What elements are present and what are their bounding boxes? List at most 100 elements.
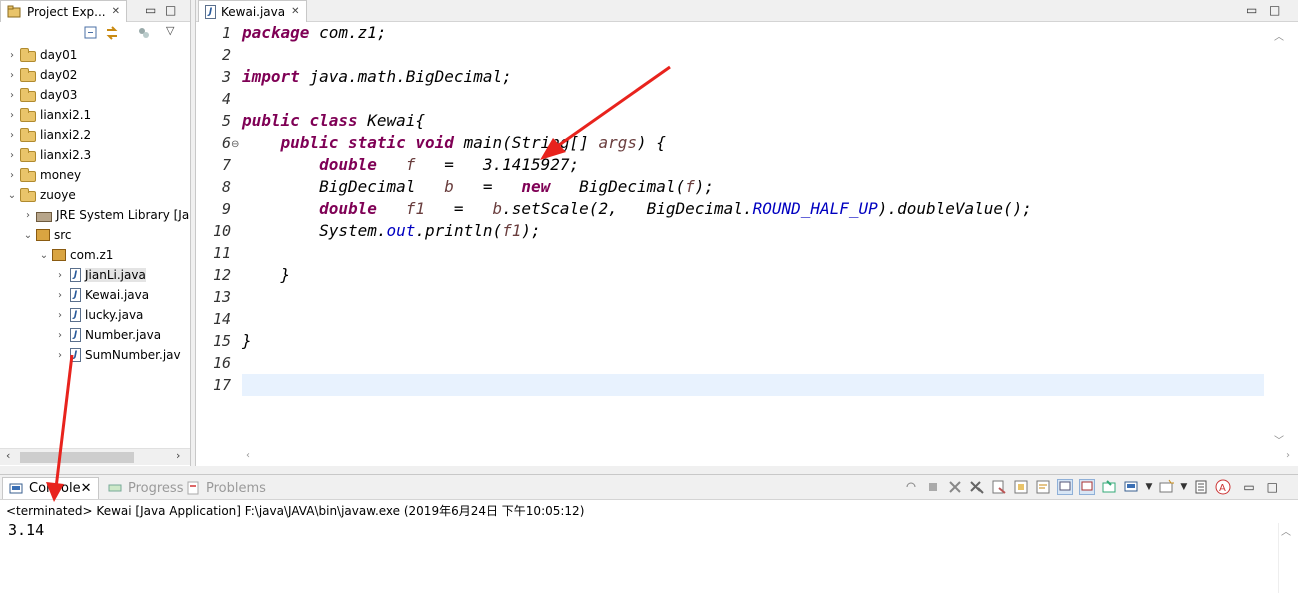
code-line[interactable]: public static void main(String[] args) { — [242, 132, 666, 154]
tab-problems[interactable]: Problems — [180, 477, 272, 499]
tree-item-day01[interactable]: › day01 — [6, 45, 77, 65]
tree-item-lucky-java[interactable]: › Jlucky.java — [54, 305, 143, 325]
chevron-down-icon[interactable]: ⌄ — [38, 250, 50, 261]
code-line[interactable]: double f = 3.1415927; — [242, 154, 579, 176]
tree-item-money[interactable]: › money — [6, 165, 81, 185]
close-icon[interactable]: ✕ — [291, 6, 299, 17]
remove-launch-icon[interactable] — [947, 479, 963, 495]
project-folder-icon — [20, 187, 36, 202]
scroll-up-icon[interactable]: ︿ — [1274, 28, 1284, 43]
close-icon[interactable]: ✕ — [112, 6, 120, 17]
tree-item-lianxi2-1[interactable]: › lianxi2.1 — [6, 105, 91, 125]
chevron-right-icon[interactable]: › — [6, 50, 18, 61]
code-area[interactable]: package com.z1; import java.math.BigDecim… — [242, 22, 1264, 466]
scroll-up-icon[interactable]: ︿ — [1281, 523, 1291, 538]
pin-console-icon[interactable] — [1101, 479, 1117, 495]
tree-item-sumnumber-jav[interactable]: › J SumNumber.jav — [54, 345, 181, 365]
tree-item-kewai-java[interactable]: › J Kewai.java — [54, 285, 149, 305]
open-console-icon[interactable] — [1158, 479, 1175, 495]
tab-project-explorer[interactable]: Project Exp... ✕ — [0, 0, 128, 22]
tab-progress[interactable]: Progress — [102, 477, 189, 499]
minimize-icon[interactable]: ▭ — [1246, 3, 1257, 17]
chevron-right-icon[interactable]: › — [22, 210, 34, 221]
tab-kewai-java[interactable]: J Kewai.java ✕ — [198, 0, 307, 22]
code-line[interactable]: double f1 = b.setScale(2, BigDecimal.ROU… — [242, 198, 1032, 220]
code-line[interactable]: BigDecimal b = new BigDecimal(f); — [242, 176, 714, 198]
code-line[interactable]: System.out.println(f1); — [242, 220, 541, 242]
tree-item-com-z1[interactable]: ⌄ com.z1 — [38, 245, 114, 265]
chevron-right-icon[interactable]: › — [54, 330, 66, 341]
code-line[interactable]: package com.z1; — [242, 22, 387, 44]
filters-icon[interactable] — [137, 26, 151, 43]
tree-item-zuoye[interactable]: ⌄ zuoye — [6, 185, 76, 205]
clear-console-icon[interactable] — [991, 479, 1007, 495]
remove-all-terminated-icon[interactable] — [969, 479, 985, 495]
chevron-right-icon[interactable]: › — [6, 130, 18, 141]
tree-item-lianxi2-2[interactable]: › lianxi2.2 — [6, 125, 91, 145]
tree-item-label: day01 — [40, 48, 78, 62]
scroll-right-icon[interactable]: › — [1286, 450, 1290, 461]
console-vertical-scrollbar[interactable]: ︿ — [1278, 523, 1292, 593]
link-with-editor-icon[interactable] — [104, 25, 120, 44]
console-icon — [9, 482, 25, 496]
display-selected-console-icon[interactable] — [1123, 479, 1139, 495]
word-wrap-icon[interactable] — [1035, 479, 1051, 495]
code-line[interactable]: } — [242, 330, 252, 352]
ascii-encoding-icon[interactable]: A — [1215, 479, 1231, 495]
maximize-icon[interactable]: □ — [165, 3, 176, 17]
maximize-icon[interactable]: □ — [1269, 3, 1280, 17]
code-line[interactable]: } — [242, 264, 291, 286]
editor-panel: J Kewai.java ✕ ▭ □ 1 2 3 4 5 6 7 8 9 10 11 12 13 14 15… — [195, 0, 1298, 466]
view-menu-icon[interactable] — [1193, 479, 1209, 495]
chevron-down-icon[interactable]: ▼ — [1180, 482, 1187, 492]
tree-item-label: src — [54, 228, 72, 242]
minimize-icon[interactable]: ▭ — [145, 3, 156, 17]
scrollbar-thumb[interactable] — [20, 452, 134, 463]
line-number: 1 — [221, 24, 231, 42]
chevron-right-icon[interactable]: › — [54, 350, 66, 361]
line-number: 8 — [221, 178, 231, 196]
chevron-right-icon[interactable]: › — [54, 310, 66, 321]
maximize-icon[interactable]: □ — [1267, 480, 1278, 494]
chevron-right-icon[interactable]: › — [54, 270, 66, 281]
tree-item-day03[interactable]: › day03 — [6, 85, 77, 105]
tree-item-number-java[interactable]: › J Number.java — [54, 325, 161, 345]
project-explorer-tabbar: Project Exp... ✕ ▭ □ — [0, 0, 190, 22]
tree-item-jianli-java[interactable]: › J JianLi.java — [54, 265, 146, 285]
tab-console[interactable]: Console ✕ — [2, 477, 99, 499]
terminate-icon[interactable] — [925, 479, 941, 495]
console-toolbar: ▼ ▼ A ▭ □ — [903, 479, 1278, 495]
editor-vertical-scrollbar[interactable]: ︿ ﹀ — [1272, 28, 1286, 448]
explorer-horizontal-scrollbar[interactable]: ‹ › — [0, 448, 190, 465]
tree-item-src[interactable]: ⌄ src — [22, 225, 72, 245]
view-menu-icon[interactable]: ▽ — [166, 24, 174, 37]
code-line[interactable]: import java.math.BigDecimal; — [242, 66, 512, 88]
close-icon[interactable]: ✕ — [81, 481, 92, 496]
scroll-lock-icon[interactable] — [903, 479, 919, 495]
show-console-stdout-icon[interactable] — [1057, 479, 1074, 495]
collapse-all-icon[interactable] — [84, 26, 98, 43]
chevron-right-icon[interactable]: › — [54, 290, 66, 301]
scroll-right-icon[interactable]: › — [176, 449, 180, 462]
chevron-right-icon[interactable]: › — [6, 90, 18, 101]
chevron-right-icon[interactable]: › — [6, 150, 18, 161]
tree-item-lianxi2-3[interactable]: › lianxi2.3 — [6, 145, 91, 165]
minimize-icon[interactable]: ▭ — [1243, 480, 1254, 494]
scroll-down-icon[interactable]: ﹀ — [1274, 432, 1284, 447]
chevron-right-icon[interactable]: › — [6, 110, 18, 121]
chevron-down-icon[interactable]: ⌄ — [6, 190, 18, 201]
chevron-down-icon[interactable]: ⌄ — [22, 230, 34, 241]
scroll-left-icon[interactable]: ‹ — [246, 450, 250, 461]
scroll-lock-toggle-icon[interactable] — [1013, 479, 1029, 495]
chevron-right-icon[interactable]: › — [6, 70, 18, 81]
chevron-right-icon[interactable]: › — [6, 170, 18, 181]
code-line[interactable]: public class Kewai{ — [242, 110, 425, 132]
tree-item-day02[interactable]: › day02 — [6, 65, 77, 85]
scroll-left-icon[interactable]: ‹ — [6, 449, 10, 462]
show-console-stderr-icon[interactable] — [1079, 479, 1096, 495]
tree-item-jre-system-library-ja[interactable]: › JRE System Library [Ja — [22, 205, 189, 225]
fold-icon[interactable]: ⊖ — [231, 139, 239, 150]
chevron-down-icon[interactable]: ▼ — [1145, 482, 1152, 492]
editor-horizontal-scrollbar[interactable]: ‹ › — [242, 450, 1298, 466]
console-output[interactable]: 3.14 — [8, 521, 44, 539]
